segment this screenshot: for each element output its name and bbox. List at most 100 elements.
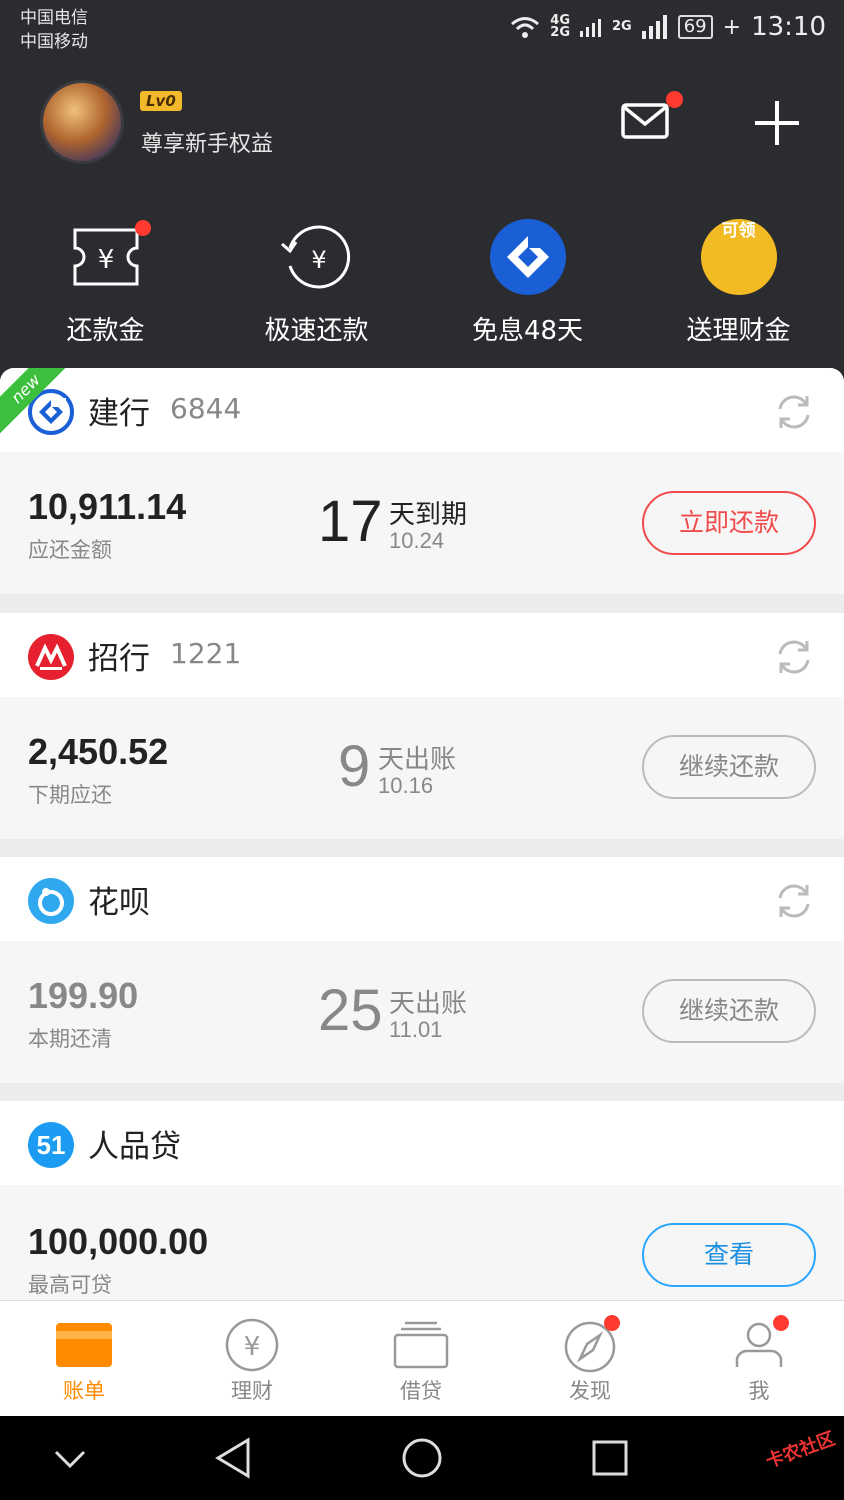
system-nav-bar: 卡农社区 <box>0 1416 844 1500</box>
svg-text:¥: ¥ <box>97 245 114 275</box>
card-header-renpindai[interactable]: 51 人品贷 <box>0 1101 844 1185</box>
refresh-icon[interactable] <box>774 637 814 677</box>
carrier-1: 中国电信 <box>20 8 88 28</box>
card-body-huabei[interactable]: 199.90 本期还清 25 天出账 11.01 继续还款 <box>0 941 844 1083</box>
clock: 13:10 <box>751 12 826 42</box>
carrier-labels: 中国电信 中国移动 <box>20 6 88 54</box>
wallet-icon <box>391 1317 451 1373</box>
tab-discover[interactable]: 发现 <box>506 1301 674 1417</box>
quick-action-label: 送理财金 <box>686 316 791 346</box>
amount-due: 2,450.52 <box>28 731 169 772</box>
tab-bill[interactable]: 账单 <box>0 1301 168 1417</box>
carrier-2: 中国移动 <box>20 32 88 52</box>
continue-repay-button[interactable]: 继续还款 <box>642 979 816 1043</box>
tab-label: 我 <box>748 1379 770 1403</box>
charging-icon: + <box>722 14 742 40</box>
card-number: 6844 <box>170 392 242 425</box>
tab-label: 借贷 <box>400 1379 442 1403</box>
tab-label: 发现 <box>569 1379 611 1403</box>
refresh-icon[interactable] <box>774 392 814 432</box>
tab-me[interactable]: 我 <box>675 1301 843 1417</box>
days-count: 9 <box>338 734 371 799</box>
recents-icon[interactable] <box>588 1436 632 1480</box>
status-bar: 中国电信 中国移动 4G 2G 2G 69 + 13:10 <box>0 0 844 60</box>
wifi-icon <box>511 17 540 38</box>
avatar[interactable] <box>40 80 124 164</box>
amount-label: 最高可贷 <box>28 1273 112 1297</box>
tab-label: 理财 <box>231 1379 273 1403</box>
days-count: 25 <box>318 978 383 1043</box>
yuan-circle-icon: ¥ <box>222 1317 282 1373</box>
bank-name: 招行 <box>88 641 150 677</box>
plus-icon <box>755 101 799 145</box>
mail-button[interactable] <box>620 91 683 142</box>
quick-action-label: 极速还款 <box>264 316 369 346</box>
days-text: 天出账 <box>378 745 457 775</box>
quick-action-repay-fund[interactable]: ¥ 还款金 <box>0 218 211 347</box>
repay-fund-badge <box>134 220 151 236</box>
coin-icon: 可领 <box>700 218 778 296</box>
signal-bars-2-icon <box>641 15 667 39</box>
coin-icon-text: 可领 <box>721 221 756 241</box>
discover-badge <box>604 1315 620 1331</box>
fast-repay-icon: ¥ <box>278 218 356 296</box>
card-body-renpindai[interactable]: 100,000.00 最高可贷 查看 <box>0 1185 844 1300</box>
svg-text:¥: ¥ <box>311 246 326 274</box>
level-badge[interactable]: Lv0 <box>140 91 182 111</box>
header: Lv0 尊享新手权益 ¥ 还款金 ¥ 极速还款 免息48天 可领 送理财金 <box>0 60 844 370</box>
card-header-cmb[interactable]: 招行 1221 <box>0 613 844 697</box>
tab-wealth[interactable]: ¥ 理财 <box>168 1301 336 1417</box>
card-header-huabei[interactable]: 花呗 <box>0 857 844 941</box>
statement-date: 11.01 <box>389 1017 443 1042</box>
refresh-icon[interactable] <box>774 881 814 921</box>
amount-label: 应还金额 <box>28 538 112 562</box>
continue-repay-button[interactable]: 继续还款 <box>642 735 816 799</box>
signal-1-icon: 4G 2G <box>550 13 570 40</box>
days-count: 17 <box>318 489 383 554</box>
me-badge <box>773 1315 789 1331</box>
repay-now-button[interactable]: 立即还款 <box>642 491 816 555</box>
quick-action-label: 免息48天 <box>471 316 584 346</box>
huabei-logo-icon <box>28 878 74 924</box>
bottom-tab-bar: 账单 ¥ 理财 借贷 发现 我 <box>0 1300 844 1416</box>
quick-action-fast-repay[interactable]: ¥ 极速还款 <box>211 218 422 347</box>
bill-icon <box>54 1317 114 1373</box>
renpindai-logo-icon: 51 <box>28 1122 74 1168</box>
bank-name: 建行 <box>88 396 150 432</box>
amount-label: 下期应还 <box>28 783 112 807</box>
logo-text: 51 <box>36 1130 66 1160</box>
card-body-cmb[interactable]: 2,450.52 下期应还 9 天出账 10.16 继续还款 <box>0 697 844 839</box>
svg-text:¥: ¥ <box>244 1332 261 1362</box>
view-button[interactable]: 查看 <box>642 1223 816 1287</box>
quick-action-bonus[interactable]: 可领 送理财金 <box>633 218 844 347</box>
due-date: 10.24 <box>389 528 445 553</box>
tab-loan[interactable]: 借贷 <box>337 1301 505 1417</box>
card-body-ccb[interactable]: 10,911.14 应还金额 17 天到期 10.24 立即还款 <box>0 452 844 594</box>
days-text: 天到期 <box>389 500 468 530</box>
yuan-ticket-icon: ¥ <box>67 218 151 296</box>
credit-limit: 100,000.00 <box>28 1221 209 1262</box>
signal-bars-1-icon <box>580 19 601 37</box>
statement-date: 10.16 <box>378 773 434 798</box>
bank-name: 花呗 <box>88 885 150 921</box>
home-icon[interactable] <box>400 1436 444 1480</box>
back-icon[interactable] <box>212 1436 256 1480</box>
add-button[interactable] <box>752 98 802 148</box>
chevron-down-icon[interactable] <box>48 1436 92 1480</box>
signal-2-icon: 2G <box>612 19 632 34</box>
card-number: 1221 <box>170 637 242 670</box>
mail-notification-dot <box>666 91 683 108</box>
card-header-ccb[interactable]: 建行 6844 new <box>0 368 844 452</box>
tab-label: 账单 <box>63 1379 105 1403</box>
quick-action-interest-free[interactable]: 免息48天 <box>422 218 633 347</box>
status-icons: 4G 2G 2G 69 + 13:10 <box>510 12 826 42</box>
battery-icon: 69 <box>677 15 713 39</box>
mail-icon <box>621 103 669 139</box>
ccb-logo-icon <box>489 218 567 296</box>
days-text: 天出账 <box>389 989 468 1019</box>
amount-due: 199.90 <box>28 975 139 1016</box>
user-subtitle[interactable]: 尊享新手权益 <box>141 126 273 158</box>
compass-icon <box>560 1315 620 1373</box>
bill-list[interactable]: 建行 6844 new 10,911.14 应还金额 17 天到期 10.24 … <box>0 368 844 1300</box>
quick-action-label: 还款金 <box>66 316 145 346</box>
